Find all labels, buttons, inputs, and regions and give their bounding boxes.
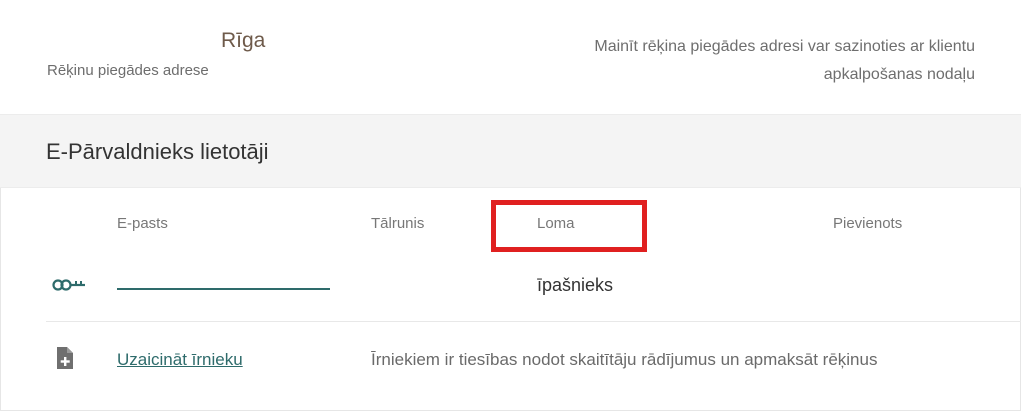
invite-tenant-link[interactable]: Uzaicināt īrnieku <box>117 350 243 370</box>
invite-description: Īrniekiem ir tiesības nodot skaitītāju r… <box>371 350 878 369</box>
user-email-link[interactable] <box>117 288 330 290</box>
users-section-title: E-Pārvaldnieks lietotāji <box>46 139 269 164</box>
add-document-icon[interactable] <box>56 346 74 370</box>
user-role: īpašnieks <box>537 275 614 295</box>
billing-address-section: Rīga Rēķinu piegādes adrese Mainīt rēķin… <box>0 0 1021 114</box>
column-header-added: Pievienots <box>833 215 903 232</box>
billing-address-note: Mainīt rēķina piegādes adresi var sazino… <box>594 38 975 83</box>
column-header-phone: Tālrunis <box>371 215 425 232</box>
key-icon <box>52 279 85 291</box>
users-section-header: E-Pārvaldnieks lietotāji <box>0 114 1021 188</box>
row-divider <box>46 321 1021 322</box>
column-header-email: E-pasts <box>117 215 168 232</box>
billing-city: Rīga <box>221 29 266 52</box>
billing-address-label: Rēķinu piegādes adrese <box>47 62 209 79</box>
role-column-highlight <box>491 200 647 252</box>
